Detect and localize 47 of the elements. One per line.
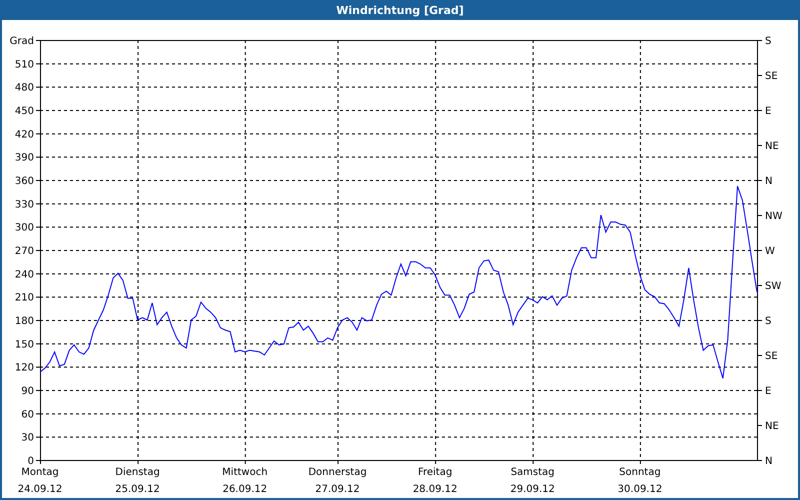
day-label: Sonntag [619, 467, 661, 478]
day-label: Mittwoch [222, 467, 268, 478]
axis-tick-label: 270 [14, 246, 34, 257]
axis-tick-label: S [765, 316, 772, 327]
axis-tick-label: N [765, 456, 772, 467]
axis-tick-label: 150 [14, 339, 34, 350]
axis-tick-label: NE [765, 141, 779, 152]
axis-tick-label: E [765, 386, 772, 397]
axis-tick-label: 30 [21, 432, 34, 444]
axis-tick-label: 450 [14, 106, 34, 117]
axis-tick-label: S [765, 36, 772, 47]
axis-tick-label: 60 [21, 409, 34, 420]
day-label: Dienstag [115, 467, 160, 478]
axis-tick-label: 0 [28, 456, 34, 467]
axis-tick-label: SE [765, 351, 778, 362]
axis-tick-label: 210 [14, 292, 34, 304]
axis-tick-label: 180 [14, 316, 34, 327]
axis-tick-label: 120 [14, 362, 34, 374]
date-label: 28.09.12 [412, 484, 458, 495]
axis-tick-label: 420 [14, 129, 34, 140]
axis-tick-label: SW [765, 281, 782, 292]
axis-tick-label: E [765, 106, 772, 117]
window-title: Windrichtung [Grad] [336, 4, 464, 16]
axis-tick-label: W [765, 246, 775, 257]
axis-tick-label: 480 [14, 82, 34, 94]
axis-tick-label: SE [765, 71, 778, 82]
axis-tick-label: 330 [14, 199, 34, 210]
axis-tick-label: 510 [14, 59, 34, 70]
day-label: Samstag [510, 467, 555, 478]
date-label: 27.09.12 [315, 484, 360, 495]
date-label: 26.09.12 [222, 484, 268, 495]
axis-tick-label: NW [765, 211, 782, 222]
date-label: 29.09.12 [510, 484, 555, 495]
axis-tick-label: 240 [14, 269, 34, 280]
date-label: 24.09.12 [18, 484, 62, 495]
axis-tick-label: 360 [14, 176, 34, 187]
axis-tick-label: NE [765, 421, 779, 432]
date-label: 30.09.12 [618, 484, 662, 495]
date-label: 25.09.12 [115, 484, 160, 495]
day-label: Montag [21, 467, 59, 478]
axis-tick-label: N [765, 176, 772, 187]
day-label: Donnerstag [308, 467, 367, 478]
axis-tick-label: 300 [14, 222, 34, 234]
axis-tick-label: 90 [21, 386, 34, 397]
day-label: Freitag [418, 467, 452, 478]
axis-tick-label: 390 [14, 152, 34, 164]
axis-label: Grad [10, 36, 34, 47]
